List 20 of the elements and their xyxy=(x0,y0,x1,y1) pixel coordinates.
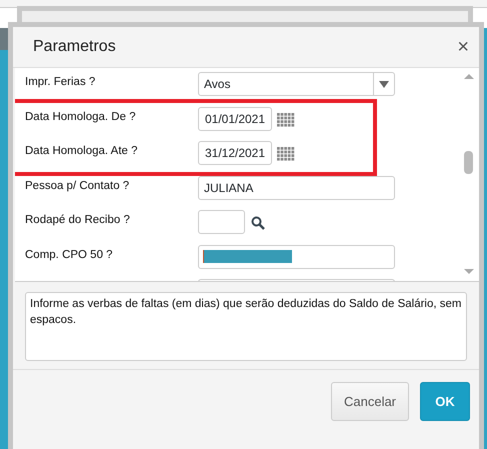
close-button[interactable]: × xyxy=(457,37,469,57)
cancel-button[interactable]: Cancelar xyxy=(331,382,409,421)
search-icon[interactable] xyxy=(251,216,265,230)
field-label: Pessoa p/ Contato ? xyxy=(25,178,130,194)
field-label: Data Homologa. Ate ? xyxy=(25,144,139,159)
calendar-icon[interactable] xyxy=(277,147,295,161)
caret-icon xyxy=(379,80,389,88)
date-field[interactable]: 01/01/2021 xyxy=(198,106,272,130)
input-field[interactable] xyxy=(198,244,395,268)
field-label: Impr. Ferias ? xyxy=(25,75,96,90)
date-field[interactable]: 31/12/2021 xyxy=(198,141,272,165)
input-field[interactable]: JULIANA xyxy=(198,176,395,200)
dialog-title: Parametros xyxy=(33,37,116,57)
input-field[interactable] xyxy=(198,210,245,234)
calendar-icon[interactable] xyxy=(277,112,295,126)
help-text-box: Informe as verbas de faltas (em dias) que serão deduzidas do Saldo de Salário, sem espacos. xyxy=(25,292,467,361)
field-label: Data Homologa. De ? xyxy=(25,110,137,124)
dropdown-field[interactable]: Avos xyxy=(198,72,395,96)
field-label: Comp. CPO 50 ? xyxy=(25,248,114,262)
field-label: Rodapé do Recibo ? xyxy=(25,213,131,228)
